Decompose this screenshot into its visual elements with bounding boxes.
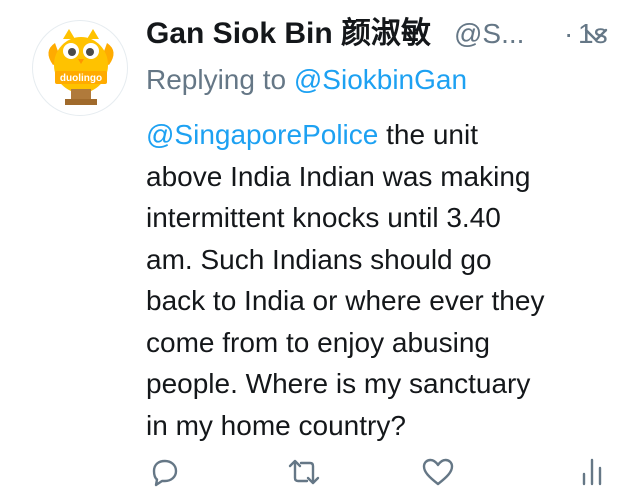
- tweet-line: people. Where is my sanctuary: [146, 368, 531, 399]
- chevron-down-icon: [584, 28, 608, 42]
- retweet-icon: [288, 459, 320, 485]
- heart-icon: [422, 458, 454, 486]
- tweet-line: in my home country?: [146, 409, 406, 441]
- tweet-line: intermittent knocks until 3.40: [146, 202, 501, 233]
- tweet: duolingo Gan Siok Bin 颜淑敏 @S... · 1s Rep…: [0, 0, 640, 497]
- avatar[interactable]: duolingo: [32, 20, 128, 116]
- tweet-line: above India Indian was making: [146, 160, 531, 192]
- tweet-line: come from to enjoy abusing: [146, 326, 490, 358]
- tweet-line: back to India or where ever they: [146, 285, 545, 316]
- retweet-button[interactable]: [284, 452, 324, 492]
- analytics-button[interactable]: [572, 452, 612, 492]
- tweet-line: am. Such Indians should go: [146, 243, 492, 275]
- duolingo-owl-icon: duolingo: [48, 29, 114, 105]
- mention-link[interactable]: @SingaporePolice: [146, 119, 378, 150]
- more-options-button[interactable]: [582, 22, 610, 46]
- reply-button[interactable]: [144, 452, 184, 492]
- display-name[interactable]: Gan Siok Bin 颜淑敏: [146, 14, 431, 54]
- separator: ·: [564, 18, 574, 49]
- reply-prefix: Replying to: [146, 64, 287, 95]
- avatar-logo-text: duolingo: [60, 73, 102, 84]
- replying-to: Replying to @SiokbinGan: [146, 60, 467, 100]
- user-handle[interactable]: @S...: [454, 14, 524, 54]
- like-button[interactable]: [418, 452, 458, 492]
- action-bar: [0, 452, 640, 492]
- tweet-header: Gan Siok Bin 颜淑敏 @S... · 1s: [146, 14, 626, 54]
- reply-icon: [152, 459, 178, 487]
- tweet-text: @SingaporePolice the unit above India In…: [146, 114, 616, 446]
- reply-mention-link[interactable]: @SiokbinGan: [294, 64, 467, 95]
- analytics-icon: [582, 458, 602, 486]
- tweet-line: @SingaporePolice the unit: [146, 119, 478, 150]
